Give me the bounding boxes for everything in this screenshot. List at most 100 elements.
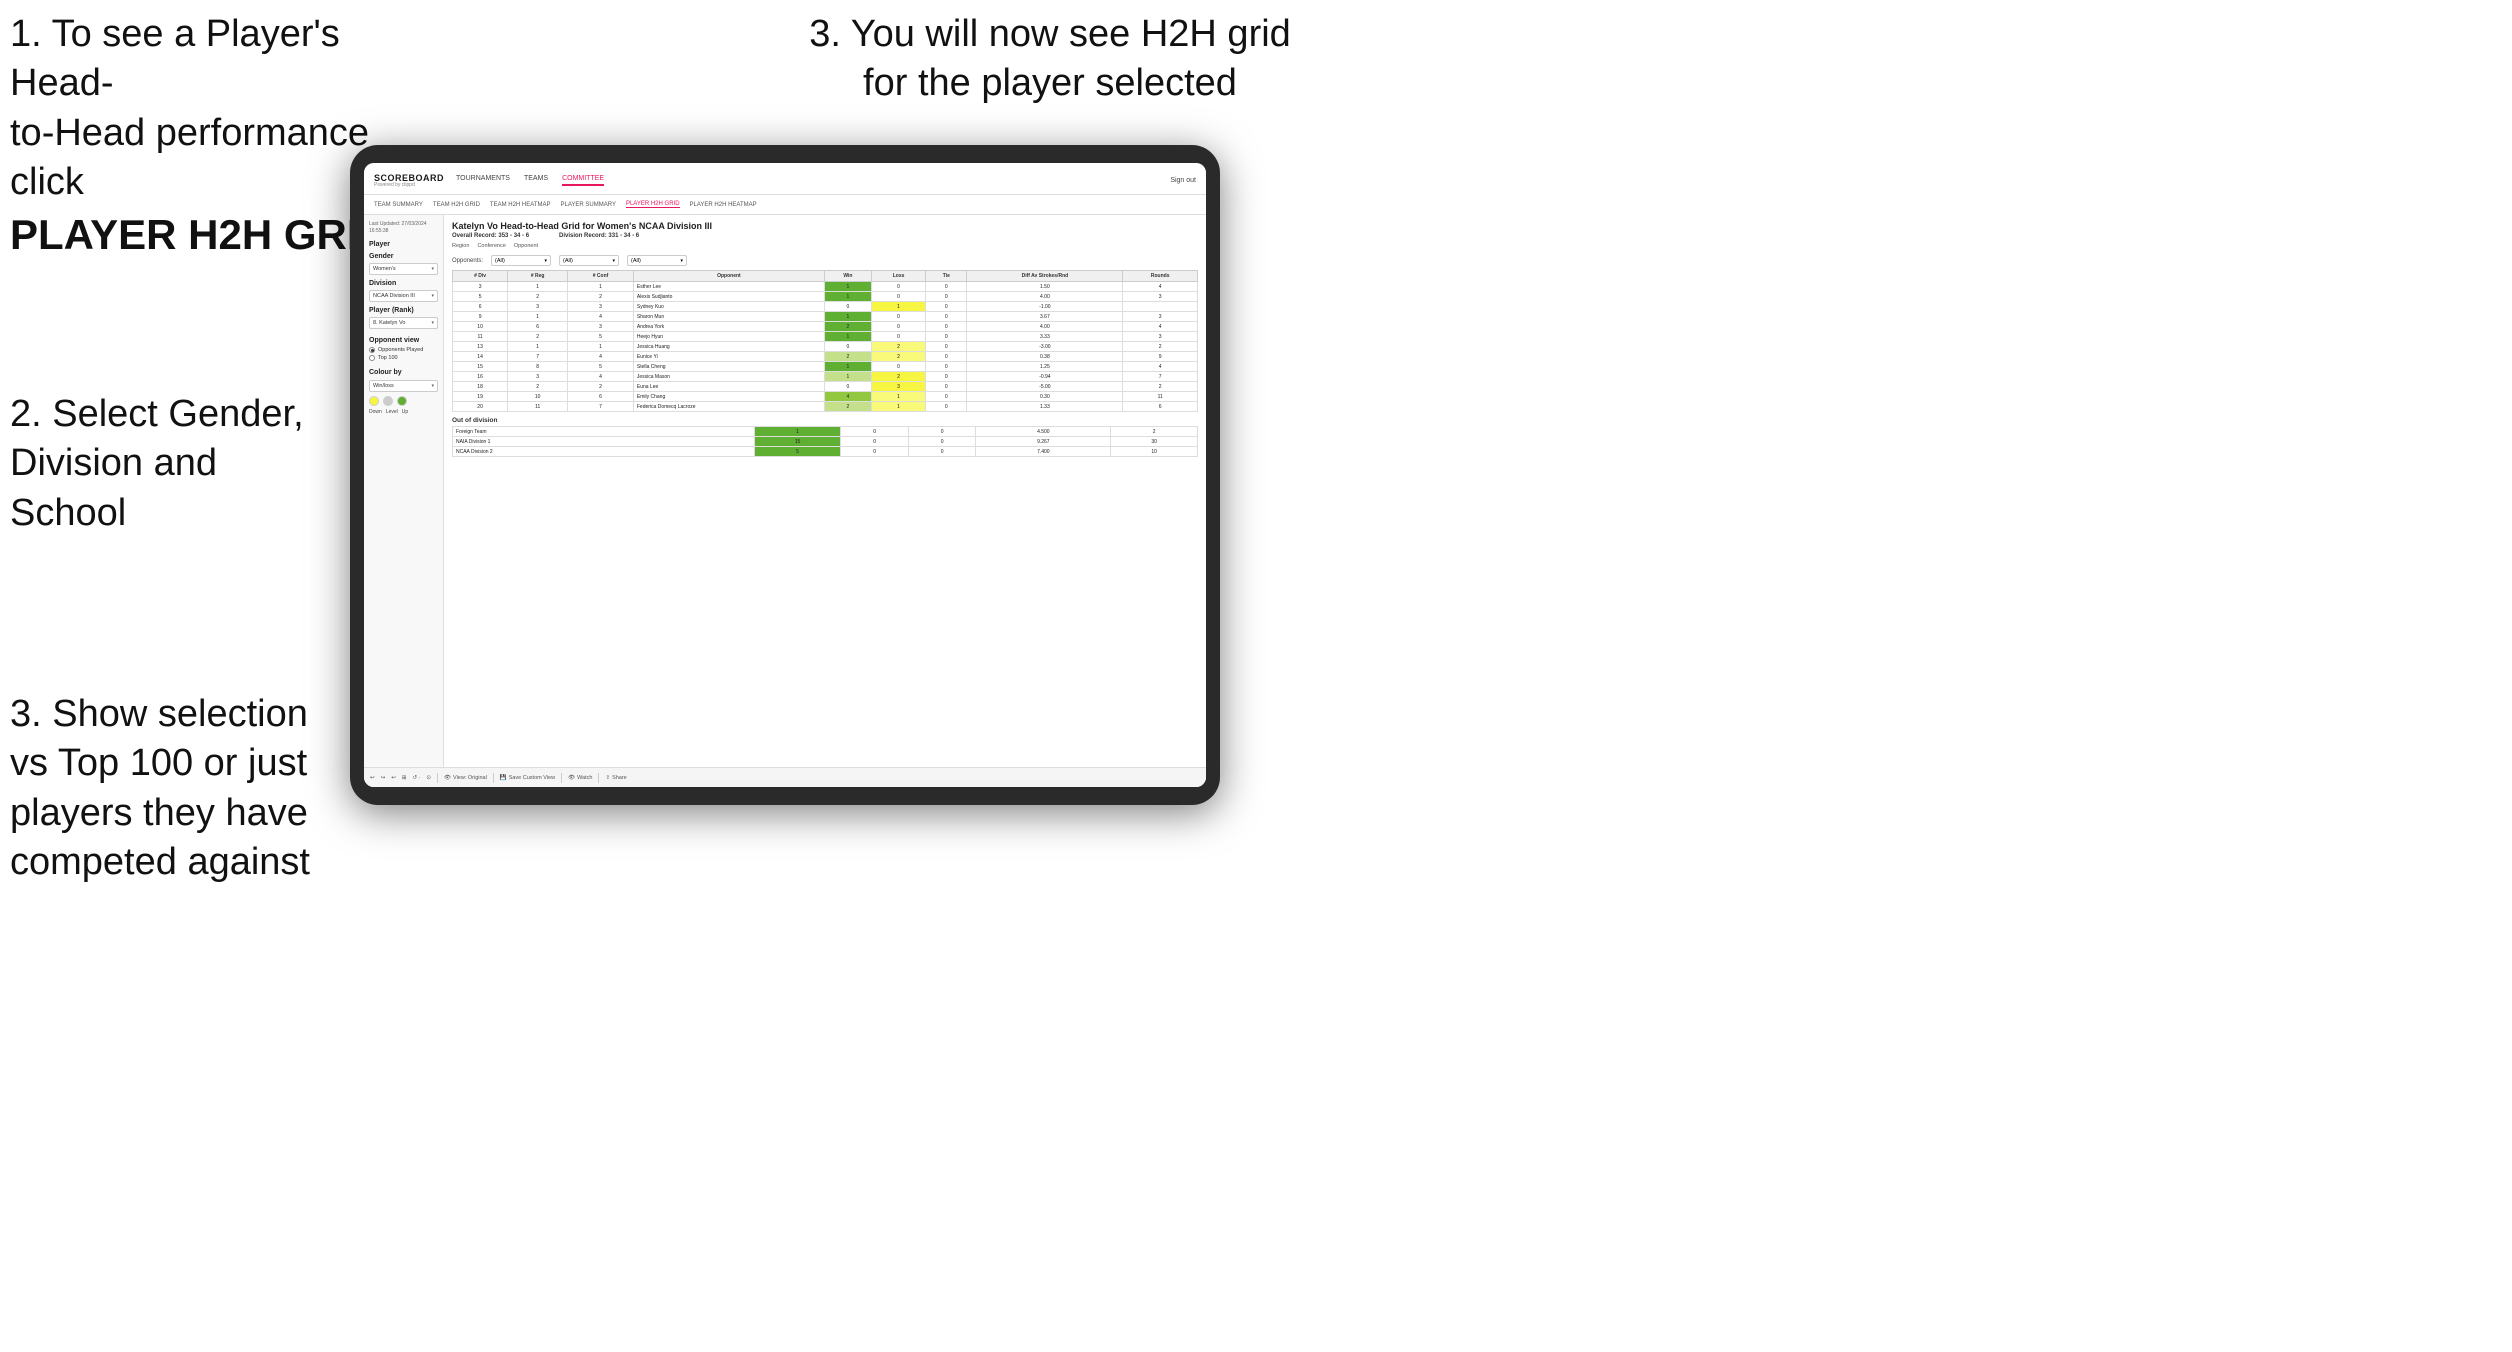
colour-dot-down <box>369 396 379 406</box>
sign-out[interactable]: Sign out <box>1170 177 1196 184</box>
watch-icon: 👁 <box>568 775 575 781</box>
sub-nav-player-h2h-grid[interactable]: PLAYER H2H GRID <box>626 201 680 208</box>
sub-nav-team-h2h-grid[interactable]: TEAM H2H GRID <box>433 202 480 208</box>
step1-bold: PLAYER H2H GRID <box>10 211 389 258</box>
radio-top100[interactable]: Top 100 <box>369 355 438 361</box>
sub-nav-player-summary[interactable]: PLAYER SUMMARY <box>560 202 615 208</box>
col-tie: Tie <box>926 271 967 282</box>
instruction-2: 2. Select Gender, Division and School <box>10 390 350 538</box>
sub-nav-team-h2h-heatmap[interactable]: TEAM H2H HEATMAP <box>490 202 551 208</box>
region-filter-group: Region <box>452 243 469 250</box>
view-icon: 👁 <box>444 775 451 781</box>
table-row: Foreign Team 1 0 0 4.500 2 <box>453 427 1198 437</box>
logo-area: SCOREBOARD Powered by clippd <box>374 174 444 188</box>
share-icon: ⇪ <box>605 775 610 781</box>
sub-nav: TEAM SUMMARY TEAM H2H GRID TEAM H2H HEAT… <box>364 195 1206 215</box>
sub-nav-player-h2h-heatmap[interactable]: PLAYER H2H HEATMAP <box>690 202 757 208</box>
colour-dot-up <box>397 396 407 406</box>
col-conf: # Conf <box>568 271 634 282</box>
colour-section: Colour by Win/loss Down Level Up <box>369 369 438 415</box>
table-row: 1311 Jessica Huang 0 2 0 -3.00 2 <box>453 342 1198 352</box>
save-custom-btn[interactable]: 💾 Save Custom View <box>500 775 555 781</box>
col-win: Win <box>824 271 871 282</box>
nav-teams[interactable]: TEAMS <box>524 175 548 186</box>
table-row: NAIA Division 1 15 0 0 9.267 30 <box>453 437 1198 447</box>
region-label: Region <box>452 243 469 249</box>
colour-legend: Down Level Up <box>369 409 438 415</box>
share-btn[interactable]: ⇪ Share <box>605 775 626 781</box>
radio-dot-opponents <box>369 347 375 353</box>
save-icon: 💾 <box>500 775 507 781</box>
table-row: 1585 Stella Cheng 1 0 0 1.25 4 <box>453 362 1198 372</box>
opponent-select[interactable]: (All) <box>627 255 687 266</box>
grid-area: Katelyn Vo Head-to-Head Grid for Women's… <box>444 215 1206 787</box>
opponents-select[interactable]: (All) <box>491 255 551 266</box>
table-row: 311 Esther Lee 1 0 0 1.50 4 <box>453 282 1198 292</box>
table-row: 522 Alexis Sudjianto 1 0 0 4.00 3 <box>453 292 1198 302</box>
colour-dot-level <box>383 396 393 406</box>
division-label: Division <box>369 280 438 287</box>
col-reg: # Reg <box>508 271 568 282</box>
division-record: Division Record: 331 - 34 - 6 <box>559 233 639 239</box>
tablet-screen: SCOREBOARD Powered by clippd TOURNAMENTS… <box>364 163 1206 787</box>
conference-label: Conference <box>477 243 505 249</box>
table-row: 20117 Federica Domecq Lacroze 2 1 0 1.33… <box>453 402 1198 412</box>
view-original-btn[interactable]: 👁 View: Original <box>444 775 487 781</box>
col-diff: Diff Av Strokes/Rnd <box>967 271 1123 282</box>
grid-title: Katelyn Vo Head-to-Head Grid for Women's… <box>452 221 1198 231</box>
radio-opponents-played[interactable]: Opponents Played <box>369 347 438 353</box>
instruction-3-right: 3. You will now see H2H grid for the pla… <box>800 10 1300 109</box>
conference-select[interactable]: (All) <box>559 255 619 266</box>
table-row: 1125 Heejo Hyun 1 0 0 3.33 3 <box>453 332 1198 342</box>
gender-label: Gender <box>369 253 438 260</box>
nav-links: TOURNAMENTS TEAMS COMMITTEE <box>456 175 1170 186</box>
toolbar-divider-4 <box>598 773 599 783</box>
conference-filter-group: Conference <box>477 243 505 250</box>
opponent-view-label: Opponent view <box>369 337 438 344</box>
radio-dot-top100 <box>369 355 375 361</box>
gender-dropdown[interactable]: Women's <box>369 263 438 275</box>
opponent-label: Opponent <box>514 243 538 249</box>
out-division-table: Foreign Team 1 0 0 4.500 2 NAIA Division… <box>452 426 1198 457</box>
sub-nav-team-summary[interactable]: TEAM SUMMARY <box>374 202 423 208</box>
toolbar-divider-3 <box>561 773 562 783</box>
colour-dropdown[interactable]: Win/loss <box>369 380 438 392</box>
tablet-device: SCOREBOARD Powered by clippd TOURNAMENTS… <box>350 145 1220 805</box>
overall-record: Overall Record: 353 - 34 - 6 <box>452 233 529 239</box>
table-row: 19106 Emily Chang 4 1 0 0.30 11 <box>453 392 1198 402</box>
table-row: 1063 Andrea York 2 0 0 4.00 4 <box>453 322 1198 332</box>
col-rounds: Rounds <box>1123 271 1198 282</box>
grid-records: Overall Record: 353 - 34 - 6 Division Re… <box>452 233 1198 239</box>
bottom-toolbar: ↩ ↪ ↩ ⊞ ↺ · ⊙ 👁 View: Original 💾 Save Cu… <box>444 767 1206 787</box>
player-rank-label: Player (Rank) <box>369 307 438 314</box>
col-loss: Loss <box>871 271 925 282</box>
instruction-3-left: 3. Show selection vs Top 100 or just pla… <box>10 690 350 888</box>
table-row: NCAA Division 2 5 0 0 7.400 10 <box>453 447 1198 457</box>
opponent-filter-group: Opponent <box>514 243 538 250</box>
table-row: 1634 Jessica Mason 1 2 0 -0.94 7 <box>453 372 1198 382</box>
sidebar-timestamp: Last Updated: 27/03/2024 16:55:38 <box>369 221 438 235</box>
main-content: Last Updated: 27/03/2024 16:55:38 Player… <box>364 215 1206 787</box>
table-row: 633 Sydney Kuo 0 1 0 -1.00 <box>453 302 1198 312</box>
opponents-label: Opponents: <box>452 258 483 264</box>
sidebar: Last Updated: 27/03/2024 16:55:38 Player… <box>364 215 444 787</box>
nav-bar: SCOREBOARD Powered by clippd TOURNAMENTS… <box>364 163 1206 195</box>
table-row: 1474 Eunice Yi 2 2 0 0.38 9 <box>453 352 1198 362</box>
table-row: 1822 Euna Lee 0 3 0 -5.00 2 <box>453 382 1198 392</box>
watch-btn[interactable]: 👁 Watch <box>568 775 592 781</box>
logo-sub: Powered by clippd <box>374 183 444 188</box>
h2h-table: # Div # Reg # Conf Opponent Win Loss Tie… <box>452 270 1198 412</box>
opponents-row: Opponents: (All) (All) (All) <box>452 255 1198 266</box>
table-row: 914 Sharon Mun 1 0 0 3.67 3 <box>453 312 1198 322</box>
instruction-1: 1. To see a Player's Head- to-Head perfo… <box>10 10 390 262</box>
nav-tournaments[interactable]: TOURNAMENTS <box>456 175 510 186</box>
col-opponent: Opponent <box>633 271 824 282</box>
colour-dots <box>369 396 438 406</box>
division-dropdown[interactable]: NCAA Division III <box>369 290 438 302</box>
colour-by-label: Colour by <box>369 369 438 376</box>
player-section-label: Player <box>369 241 438 248</box>
nav-committee[interactable]: COMMITTEE <box>562 175 604 186</box>
player-rank-dropdown[interactable]: 8. Katelyn Vo <box>369 317 438 329</box>
col-div: # Div <box>453 271 508 282</box>
toolbar-divider-2 <box>493 773 494 783</box>
